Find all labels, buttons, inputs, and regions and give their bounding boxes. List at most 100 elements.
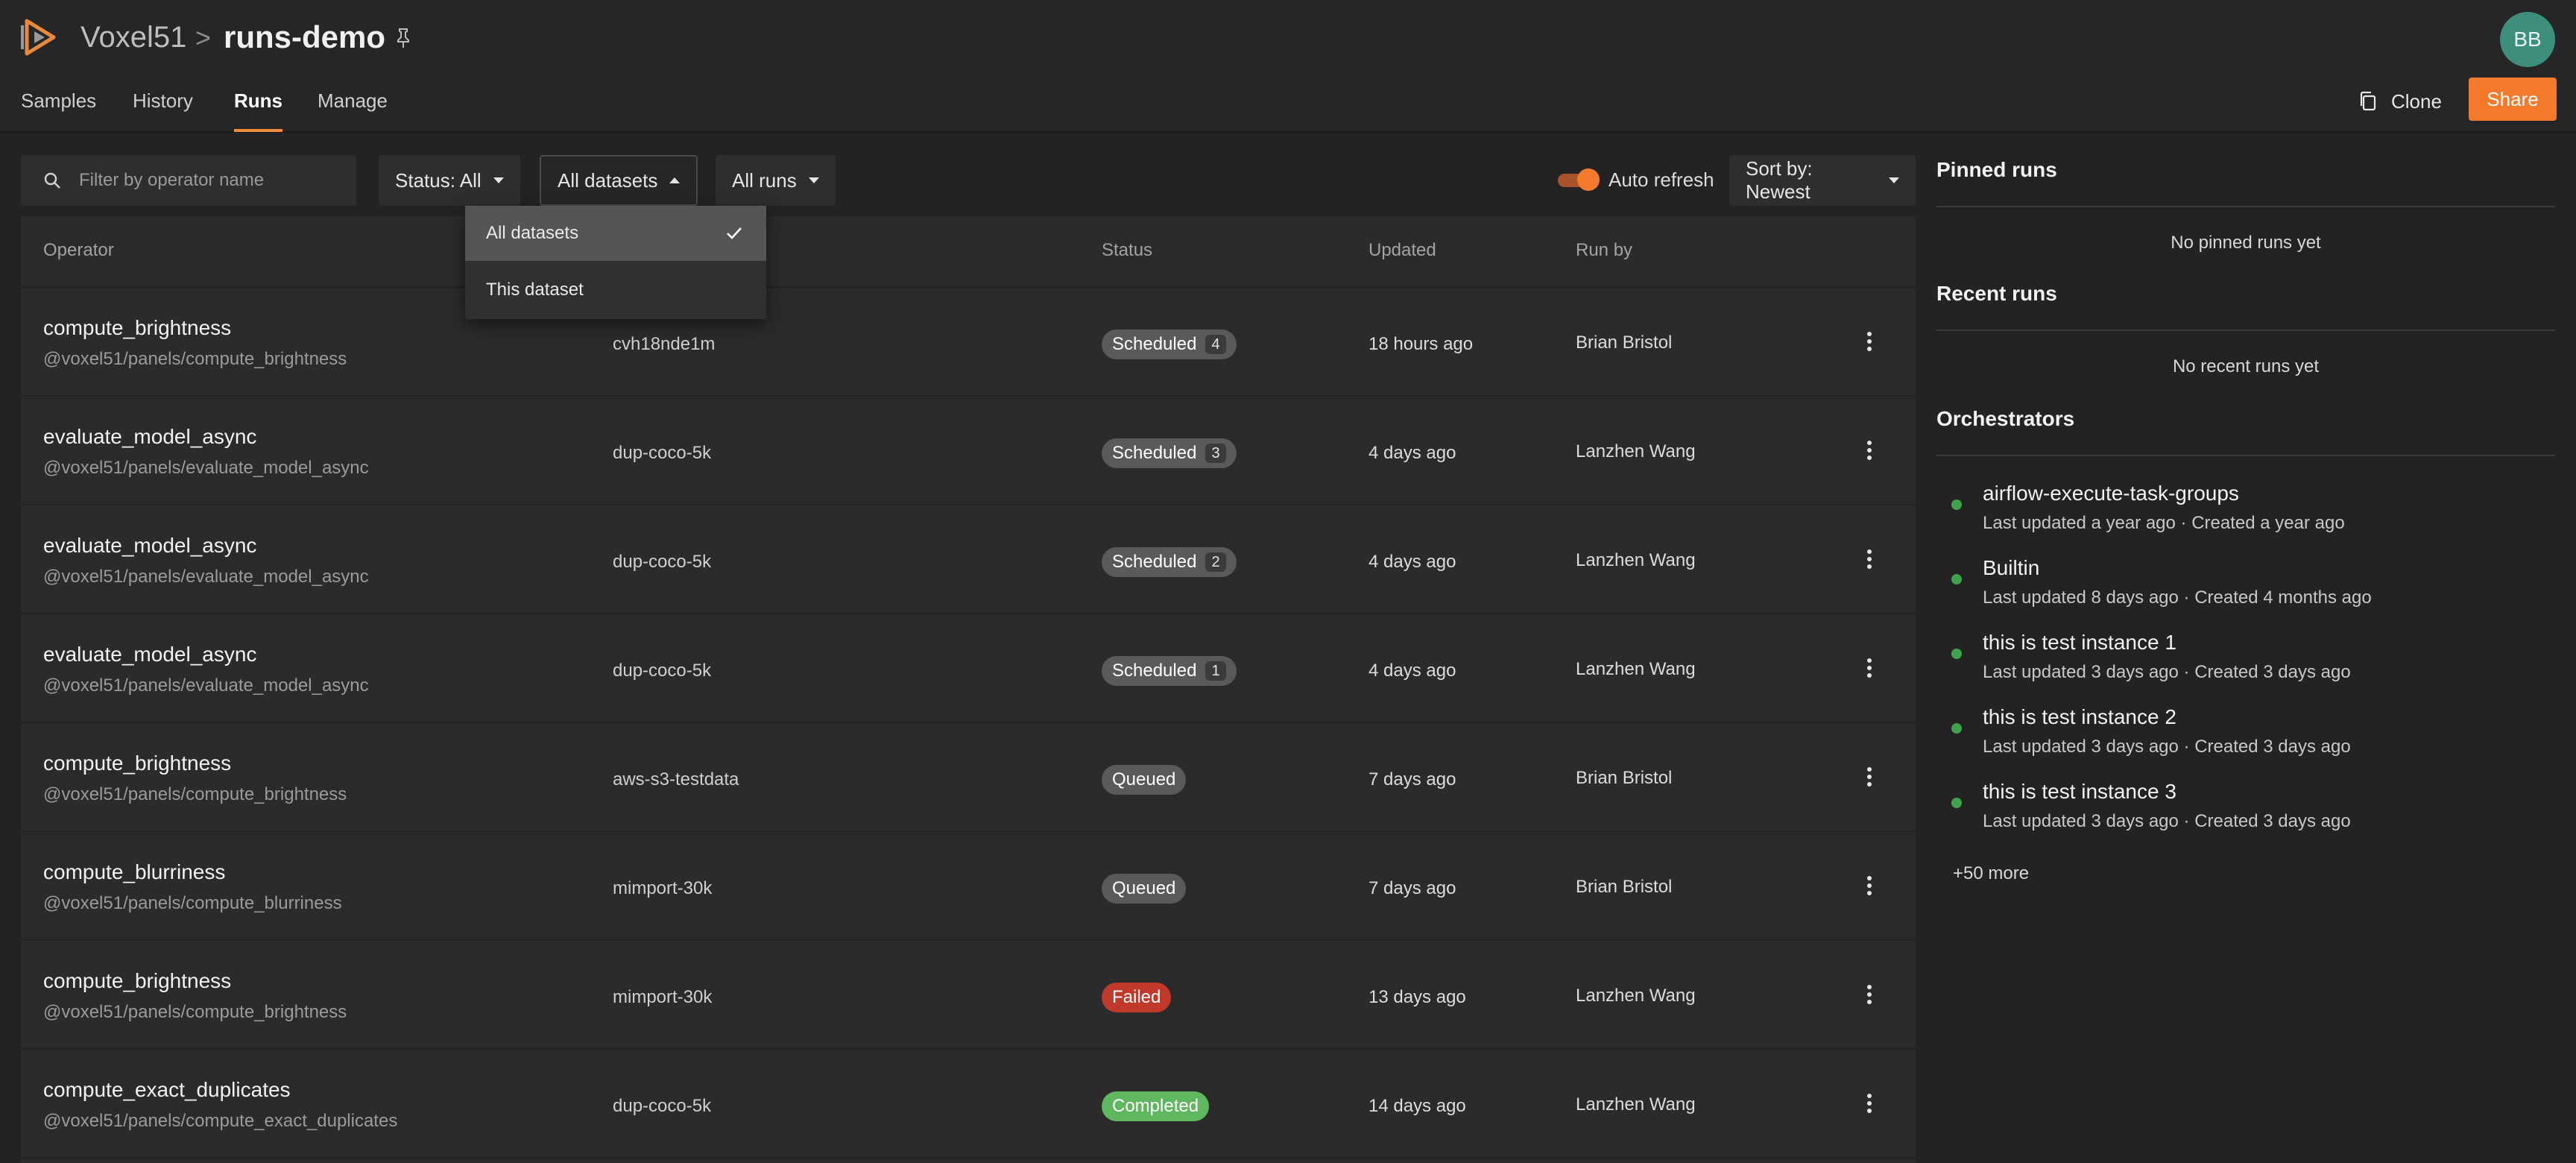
updated-time: 7 days ago	[1368, 878, 1456, 898]
status-badge: Scheduled 2	[1102, 547, 1237, 577]
run-by: Brian Bristol	[1576, 332, 1673, 353]
status-badge: Failed	[1102, 983, 1172, 1012]
runs-filter-label: All runs	[732, 168, 797, 192]
operator-name: compute_brightness	[43, 969, 232, 992]
operator-uri: @voxel51/panels/compute_brightness	[43, 349, 347, 369]
status-dot	[1951, 499, 1962, 510]
column-header-operator[interactable]: Operator	[43, 240, 114, 261]
avatar[interactable]: BB	[2500, 12, 2555, 67]
operator-uri: @voxel51/panels/evaluate_model_async	[43, 458, 369, 478]
table-row[interactable]: compute_blurriness @voxel51/panels/compu…	[21, 832, 1916, 941]
operator-search[interactable]	[21, 155, 356, 206]
more-options-icon[interactable]	[1860, 653, 1878, 683]
more-options-icon[interactable]	[1860, 980, 1878, 1009]
run-by: Lanzhen Wang	[1576, 1094, 1696, 1115]
dataset-name: mimport-30k	[613, 987, 713, 1007]
status-count: 1	[1205, 661, 1226, 681]
dataset-name: aws-s3-testdata	[613, 769, 739, 789]
pin-icon[interactable]	[392, 27, 414, 49]
table-row[interactable]: compute_brightness @voxel51/panels/compu…	[21, 941, 1916, 1050]
runs-filter[interactable]: All runs	[716, 155, 836, 206]
updated-time: 13 days ago	[1368, 987, 1466, 1007]
pinned-runs-title: Pinned runs	[1936, 158, 2057, 181]
status-dot	[1951, 798, 1962, 808]
dataset-filter[interactable]: All datasets	[540, 155, 698, 206]
tab-samples[interactable]: Samples	[21, 89, 96, 129]
status-badge: Scheduled 4	[1102, 330, 1237, 359]
sort-label: Sort by: Newest	[1746, 157, 1813, 203]
brand-name[interactable]: Voxel51	[80, 21, 186, 54]
sort-select[interactable]: Sort by: Newest	[1729, 155, 1916, 206]
copy-icon	[2360, 91, 2376, 111]
operator-uri: @voxel51/panels/compute_brightness	[43, 1002, 347, 1022]
updated-time: 4 days ago	[1368, 661, 1456, 681]
auto-refresh-toggle[interactable]	[1558, 168, 1600, 191]
operator-name: evaluate_model_async	[43, 643, 257, 666]
chevron-down-icon	[1889, 177, 1899, 183]
dataset-title[interactable]: runs-demo	[224, 19, 385, 55]
chevron-up-icon	[669, 177, 681, 183]
run-by: Lanzhen Wang	[1576, 550, 1696, 570]
status-badge: Completed	[1102, 1091, 1210, 1121]
menu-item-all-datasets[interactable]: All datasets	[465, 206, 766, 261]
status-dot	[1951, 649, 1962, 659]
status-filter-label: Status: All	[395, 168, 482, 192]
table-row[interactable]: evaluate_model_async @voxel51/panels/eva…	[21, 397, 1916, 505]
chevron-down-icon	[493, 177, 504, 183]
operator-name: evaluate_model_async	[43, 534, 257, 557]
orchestrator-name: Builtin	[1983, 556, 2040, 579]
operator-name: evaluate_model_async	[43, 425, 257, 448]
updated-time: 4 days ago	[1368, 443, 1456, 463]
orchestrator-meta: Last updated 3 days ago · Created 3 days…	[1983, 662, 2351, 682]
status-badge: Scheduled 1	[1102, 656, 1237, 686]
check-icon	[727, 227, 742, 239]
status-label: Failed	[1112, 987, 1161, 1007]
menu-item-this-dataset[interactable]: This dataset	[465, 262, 766, 318]
table-row[interactable]: compute_brightness @voxel51/panels/compu…	[21, 723, 1916, 832]
run-by: Brian Bristol	[1576, 877, 1673, 897]
status-label: Scheduled	[1112, 552, 1197, 572]
share-button[interactable]: Share	[2469, 78, 2557, 121]
more-options-icon[interactable]	[1860, 871, 1878, 901]
column-header-status[interactable]: Status	[1102, 240, 1152, 261]
orchestrator-item[interactable]: this is test instance 3 Last updated 3 d…	[1936, 772, 2555, 847]
status-count: 2	[1205, 552, 1226, 572]
status-filter[interactable]: Status: All	[379, 155, 520, 206]
column-header-updated[interactable]: Updated	[1368, 240, 1436, 261]
more-orchestrators-link[interactable]: +50 more	[1953, 863, 2029, 884]
orchestrator-item[interactable]: this is test instance 2 Last updated 3 d…	[1936, 698, 2555, 772]
orchestrator-item[interactable]: Builtin Last updated 8 days ago · Create…	[1936, 549, 2555, 623]
search-input[interactable]	[79, 170, 347, 191]
table-row[interactable]: compute_exact_duplicates @voxel51/panels…	[21, 1050, 1916, 1159]
table-row[interactable]: compute_brightness @voxel51/panels/compu…	[21, 288, 1916, 397]
orchestrator-name: this is test instance 3	[1983, 780, 2176, 803]
run-by: Lanzhen Wang	[1576, 986, 1696, 1006]
table-row[interactable]: evaluate_model_async @voxel51/panels/eva…	[21, 614, 1916, 723]
voxel51-logo-icon[interactable]	[19, 16, 61, 58]
divider	[1936, 330, 2555, 331]
tab-manage[interactable]: Manage	[318, 89, 388, 129]
more-options-icon[interactable]	[1860, 327, 1878, 356]
table-row[interactable]: evaluate_model_async @voxel51/panels/eva…	[21, 505, 1916, 614]
operator-uri: @voxel51/panels/evaluate_model_async	[43, 567, 369, 587]
more-options-icon[interactable]	[1860, 435, 1878, 465]
more-options-icon[interactable]	[1860, 762, 1878, 792]
dataset-name: dup-coco-5k	[613, 1096, 712, 1116]
tab-runs[interactable]: Runs	[234, 89, 282, 132]
run-by: Brian Bristol	[1576, 768, 1673, 788]
status-count: 4	[1205, 335, 1226, 354]
chevron-down-icon	[808, 177, 819, 183]
app-root: Voxel51 > runs-demo BB Samples History R…	[0, 0, 2576, 1163]
orchestrator-name: this is test instance 1	[1983, 631, 2176, 654]
column-header-run-by[interactable]: Run by	[1576, 240, 1632, 261]
status-badge: Queued	[1102, 765, 1187, 795]
clone-button[interactable]: Clone	[2358, 84, 2442, 119]
more-options-icon[interactable]	[1860, 544, 1878, 574]
tab-history[interactable]: History	[133, 89, 193, 129]
status-badge: Scheduled 3	[1102, 438, 1237, 468]
operator-uri: @voxel51/panels/compute_exact_duplicates	[43, 1111, 398, 1131]
orchestrator-item[interactable]: airflow-execute-task-groups Last updated…	[1936, 474, 2555, 549]
orchestrator-item[interactable]: this is test instance 1 Last updated 3 d…	[1936, 623, 2555, 698]
more-options-icon[interactable]	[1860, 1088, 1878, 1118]
auto-refresh-label: Auto refresh	[1609, 168, 1714, 191]
